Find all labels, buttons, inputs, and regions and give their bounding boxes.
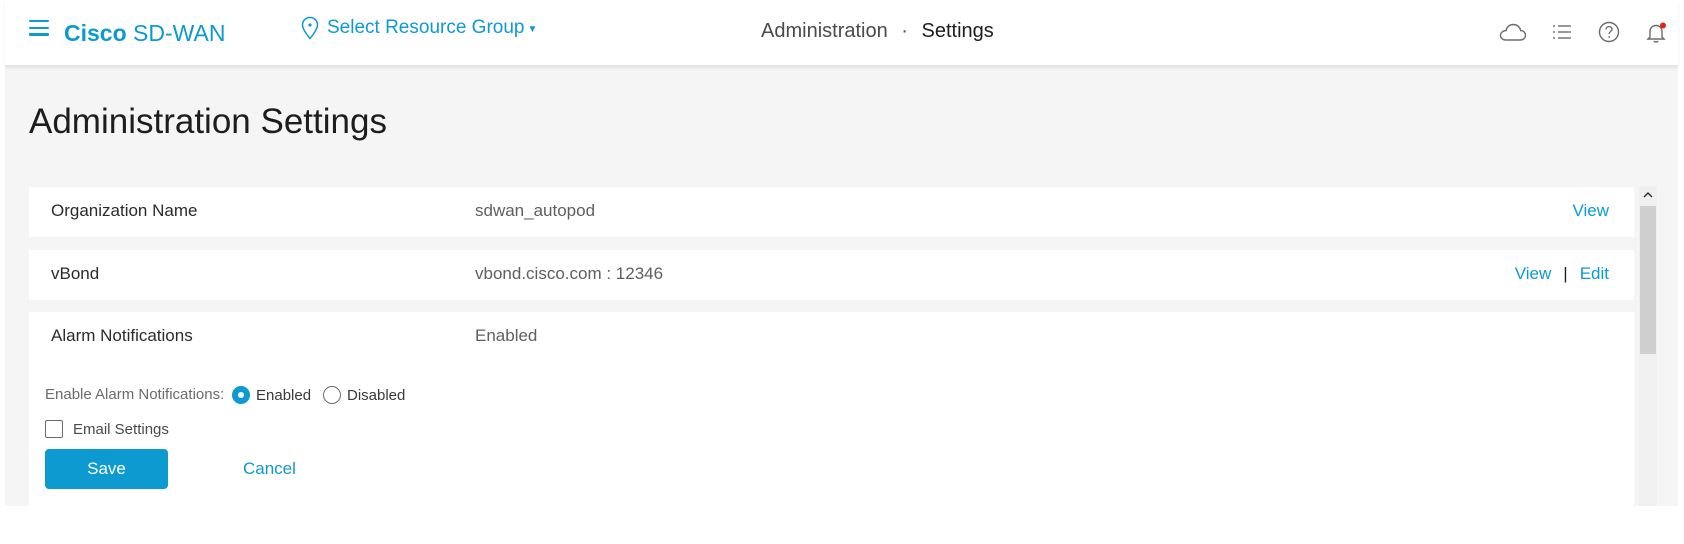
setting-label: Alarm Notifications [51, 326, 193, 345]
brand-bold: Cisco [64, 20, 127, 46]
app-window: Cisco SD-WAN Select Resource Group ▼ Adm… [0, 0, 1684, 544]
cancel-button[interactable]: Cancel [243, 459, 296, 479]
breadcrumb-separator: · [901, 20, 908, 42]
breadcrumb-current: Settings [921, 20, 994, 42]
vertical-scrollbar[interactable] [1639, 186, 1657, 506]
setting-row-organization: Organization Name sdwan_autopod View [29, 187, 1634, 237]
menu-icon[interactable] [29, 20, 49, 38]
bell-icon[interactable] [1642, 18, 1670, 46]
resource-group-label: Select Resource Group [327, 17, 525, 38]
radio-disabled-label: Disabled [347, 386, 406, 404]
brand-light: SD-WAN [133, 20, 226, 46]
view-link[interactable]: View [1572, 201, 1609, 220]
radio-enabled-label: Enabled [256, 386, 312, 404]
page-title: Administration Settings [29, 102, 387, 141]
checkbox-icon[interactable] [45, 420, 63, 438]
email-settings-checkbox[interactable]: Email Settings [45, 420, 169, 438]
help-icon[interactable] [1595, 18, 1623, 46]
task-list-icon[interactable] [1548, 18, 1576, 46]
location-pin-icon [301, 16, 319, 40]
caret-down-icon: ▼ [527, 24, 538, 35]
setting-panel-alarm-notifications: Alarm Notifications Enabled Enable Alarm… [29, 312, 1634, 506]
setting-label: Organization Name [51, 201, 198, 220]
brand-logo[interactable]: Cisco SD-WAN [64, 20, 225, 47]
edit-link[interactable]: Edit [1580, 264, 1609, 283]
action-separator: | [1563, 264, 1568, 283]
setting-label: vBond [51, 264, 100, 283]
setting-actions: View [1572, 201, 1609, 221]
main-content: Administration Settings Organization Nam… [5, 66, 1678, 506]
notification-dot [1660, 22, 1666, 29]
setting-value: vbond.cisco.com : 12346 [475, 264, 664, 283]
header-icons [1498, 18, 1678, 46]
radio-unselected-icon [323, 386, 341, 404]
breadcrumb: Administration · Settings [761, 20, 994, 43]
scroll-up-icon[interactable] [1639, 186, 1657, 204]
radio-selected-icon [232, 386, 250, 404]
cloud-icon[interactable] [1498, 18, 1527, 46]
breadcrumb-section: Administration [761, 20, 888, 42]
radio-enabled[interactable]: Enabled [232, 386, 311, 404]
view-link[interactable]: View [1515, 264, 1552, 283]
setting-value: sdwan_autopod [475, 201, 596, 220]
save-button[interactable]: Save [45, 449, 168, 489]
setting-value: Enabled [475, 326, 538, 345]
resource-group-selector[interactable]: Select Resource Group ▼ [301, 16, 537, 40]
setting-actions: View | Edit [1515, 264, 1609, 284]
radio-disabled[interactable]: Disabled [323, 386, 405, 404]
setting-row-vbond: vBond vbond.cisco.com : 12346 View | Edit [29, 250, 1634, 300]
top-bar: Cisco SD-WAN Select Resource Group ▼ Adm… [5, 0, 1678, 66]
enable-alarm-label: Enable Alarm Notifications: [45, 386, 225, 403]
scrollbar-thumb[interactable] [1640, 206, 1656, 354]
email-settings-label: Email Settings [73, 420, 169, 438]
